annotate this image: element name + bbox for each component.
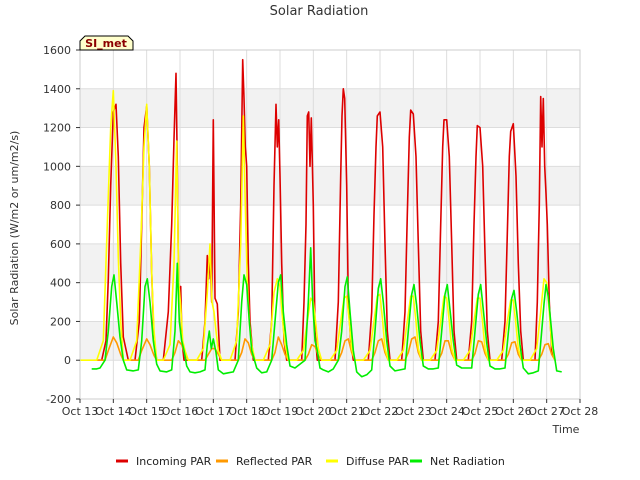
plot-band [80,243,580,283]
x-axis-title: Time [552,423,580,436]
chart-title: Solar Radiation [270,4,369,19]
x-tick-label: Oct 23 [395,405,432,418]
x-tick-label: Oct 19 [262,405,299,418]
y-tick-label: 1200 [43,122,71,135]
y-axis-title: Solar Radiation (W/m2 or um/m2/s) [8,131,21,326]
x-tick-label: Oct 15 [128,405,165,418]
legend: Incoming PAR Reflected PAR Diffuse PAR Net … [116,455,505,468]
x-tick-label: Oct 24 [428,405,465,418]
legend-label: Diffuse PAR [346,455,410,468]
legend-label: Net Radiation [430,455,505,468]
y-tick-label: 1600 [43,44,71,57]
x-tick-label: Oct 27 [528,405,565,418]
y-tick-label: 200 [50,315,71,328]
y-tick-label: 1000 [43,160,71,173]
x-tick-label: Oct 13 [62,405,99,418]
x-tick-label: Oct 17 [195,405,232,418]
x-tick-label: Oct 28 [562,405,599,418]
x-tick-label: Oct 26 [495,405,532,418]
x-tick-label: Oct 25 [462,405,499,418]
x-tick-label: Oct 18 [228,405,265,418]
x-tick-label: Oct 20 [295,405,332,418]
x-tick-label: Oct 22 [362,405,399,418]
y-tick-label: -200 [46,393,71,406]
y-tick-label: 1400 [43,83,71,96]
y-tick-label: 0 [64,354,71,367]
y-tick-label: 800 [50,199,71,212]
y-tick-label: 600 [50,238,71,251]
legend-label: Reflected PAR [236,455,313,468]
plot-band [80,166,580,206]
x-tick-label: Oct 16 [162,405,199,418]
site-badge-label: SI_met [85,37,127,50]
plot-band [80,88,580,128]
y-tick-label: 400 [50,277,71,290]
site-badge: SI_met [79,35,134,51]
x-tick-label: Oct 21 [328,405,365,418]
solar-radiation-chart: Solar Radiation Oct 13Oct 14Oct 15Oct 16… [0,0,640,480]
legend-label: Incoming PAR [136,455,212,468]
x-tick-label: Oct 14 [95,405,132,418]
